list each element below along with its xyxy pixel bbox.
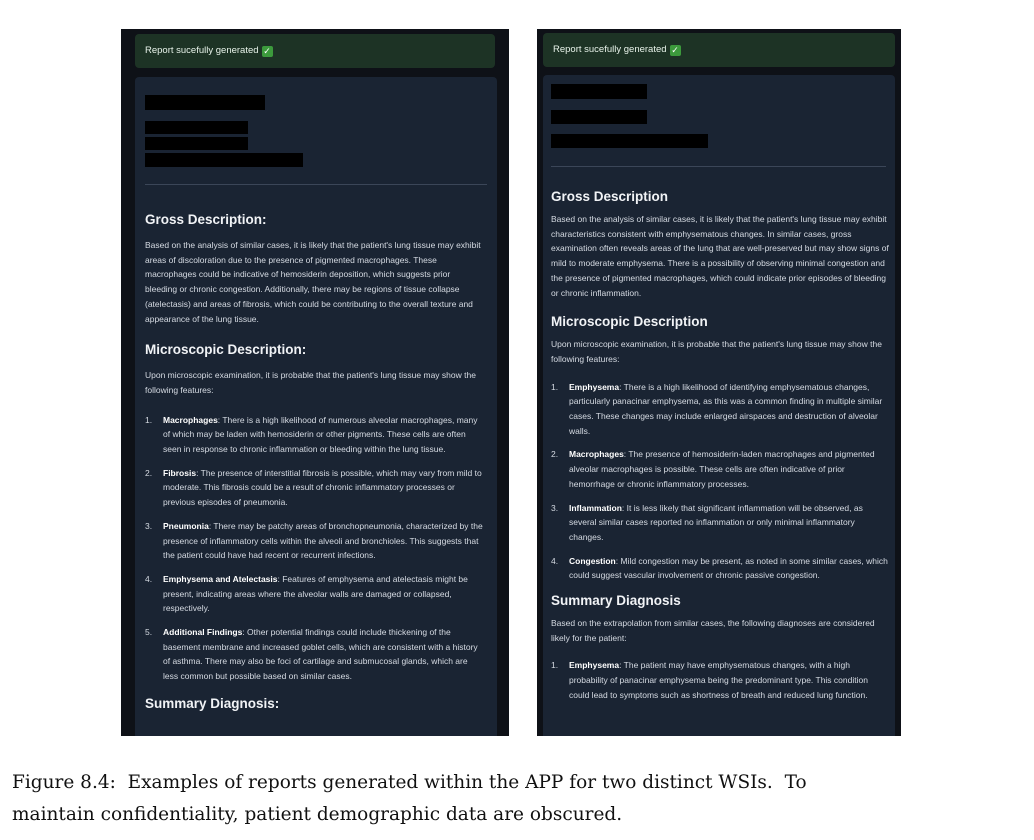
report-card: Gross Description: Based on the analysis… [135,77,497,736]
list-item: 1. Macrophages: There is a high likelihoo… [145,414,478,455]
gross-description-text: Based on the analysis of similar cases, … [145,240,481,324]
microscopic-intro: Upon microscopic examination, it is prob… [551,339,882,364]
redacted-patient-field [145,121,248,134]
list-item: 4. Emphysema and Atelectasis: Features of… [145,573,468,614]
report-body: Gross Description: Based on the analysis… [145,211,483,722]
microscopic-intro: Upon microscopic examination, it is prob… [145,370,476,395]
success-message: Report sucefully generated [145,45,259,56]
gross-description-text: Based on the analysis of similar cases, … [551,214,889,298]
summary-intro: Based on the extrapolation from similar … [551,618,875,643]
figure-caption: Figure 8.4: Examples of reports generate… [12,767,1022,831]
caption-line-1: Figure 8.4: Examples of reports generate… [12,772,807,793]
divider [145,184,487,185]
gross-description-heading: Gross Description: [145,212,267,227]
microscopic-findings-list: 1. Macrophages: There is a high likelihoo… [145,413,483,684]
report-screenshot-right: Report sucefully generated ✓ Gross Descri… [537,29,901,736]
report-card: Gross Description Based on the analysis … [543,75,895,736]
microscopic-description-heading: Microscopic Description: [145,342,307,358]
check-mark-icon: ✓ [669,45,681,56]
gross-description-heading: Gross Description [551,189,669,204]
redacted-patient-name [145,95,265,110]
list-item: 1. Emphysema: The patient may have emphys… [551,660,868,700]
success-alert: Report sucefully generated ✓ [543,33,895,67]
summary-diagnosis-heading: Summary Diagnosis: [145,695,280,711]
redacted-patient-field [551,134,708,148]
success-alert: Report sucefully generated ✓ [135,34,495,68]
caption-line-2: maintain confidentiality, patient demogr… [12,804,623,825]
redacted-patient-field [145,153,303,167]
list-item: 2. Fibrosis: The presence of interstitial… [145,467,482,508]
list-item: 1. Emphysema: There is a high likelihood … [551,381,883,436]
redacted-patient-field [145,137,248,150]
summary-diagnosis-heading: Summary Diagnosis [551,593,681,609]
divider [551,166,886,167]
list-item: 5. Additional Findings: Other potential f… [145,627,478,682]
redacted-patient-name [551,84,647,99]
microscopic-description-heading: Microscopic Description [551,314,708,330]
check-mark-icon: ✓ [261,46,273,57]
list-item: 4. Congestion: Mild congestion may be pre… [551,555,888,581]
redacted-patient-field [551,110,647,124]
report-screenshot-left: Report sucefully generated ✓ Gross Descri… [121,29,509,736]
list-item: 2. Macrophages: The presence of hemosider… [551,449,875,489]
report-body: Gross Description Based on the analysis … [551,188,889,712]
summary-diagnosis-list: 1. Emphysema: The patient may have emphys… [551,658,889,702]
list-item: 3. Inflammation: It is less likely that s… [551,502,863,542]
success-message: Report sucefully generated [553,44,667,55]
list-item: 3. Pneumonia: There may be patchy areas o… [145,520,483,561]
microscopic-findings-list: 1. Emphysema: There is a high likelihood … [551,380,889,583]
